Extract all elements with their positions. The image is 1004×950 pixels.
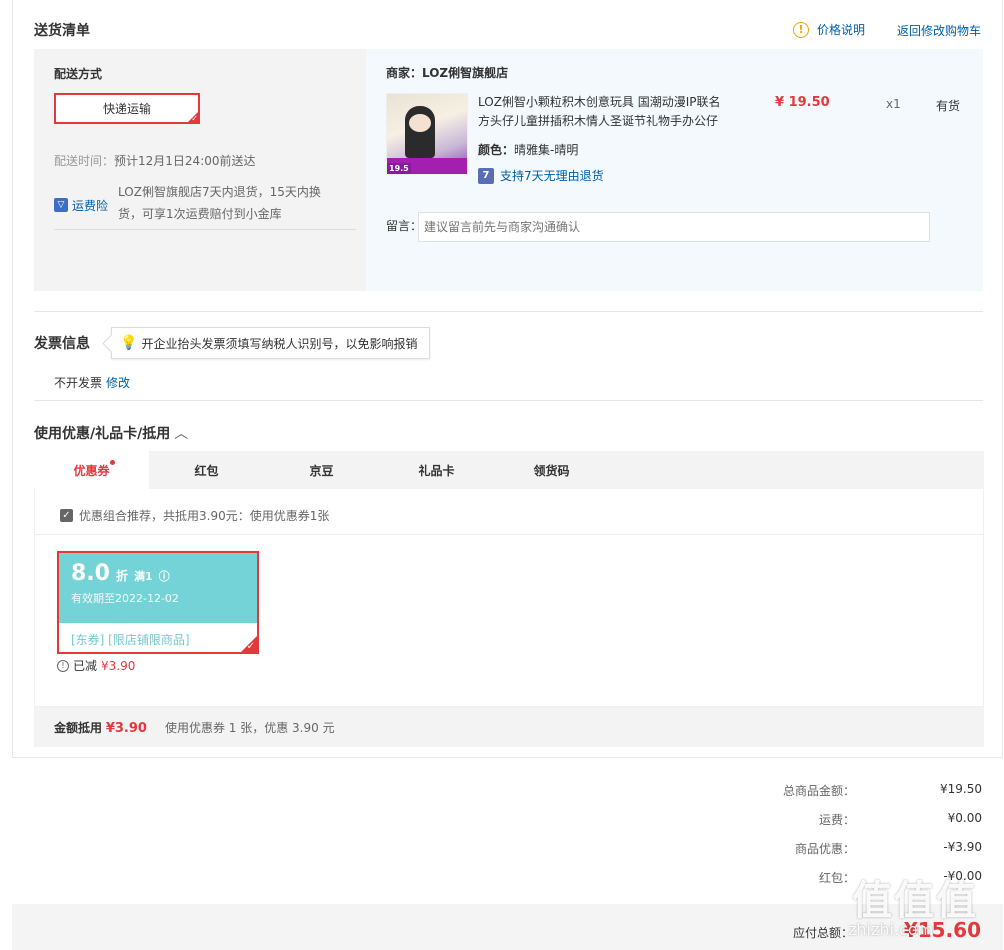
combo-text: 优惠组合推荐，共抵用3.90元：使用优惠券1张 bbox=[79, 509, 330, 523]
price-explain-link[interactable]: ! 价格说明 bbox=[793, 21, 865, 38]
coupon-card-top: 8.0 折 满1 ⓘ 有效期至2022-12-02 bbox=[59, 553, 257, 623]
coupon-tabs: 优惠券 红包 京豆 礼品卡 领货码 bbox=[34, 451, 984, 489]
express-delivery-option[interactable]: 快递运输 ✓ bbox=[54, 93, 200, 124]
total-value: -¥0.00 bbox=[943, 869, 982, 883]
summary-description: 使用优惠券 1 张，优惠 3.90 元 bbox=[164, 720, 335, 735]
tab-label: 领货码 bbox=[533, 463, 570, 478]
tab-jd-beans[interactable]: 京豆 bbox=[264, 451, 379, 489]
check-icon: ✓ bbox=[191, 114, 198, 123]
checkbox-checked-icon[interactable]: ✓ bbox=[60, 509, 73, 522]
coupon-valid-date: 有效期至2022-12-02 bbox=[71, 592, 179, 605]
summary-label: 金额抵用 bbox=[54, 720, 103, 735]
remark-label: 留言： bbox=[386, 219, 423, 233]
delivery-method-label: 配送方式 bbox=[54, 67, 103, 81]
notification-dot bbox=[110, 460, 115, 465]
payment-bar: 应付总额： ¥15.60 bbox=[12, 904, 1003, 950]
tab-label: 红包 bbox=[194, 463, 219, 478]
divider bbox=[34, 311, 983, 312]
divider bbox=[35, 534, 983, 535]
delivery-box: 配送方式 快递运输 ✓ 配送时间：预计12月1日24:00前送达 ▽ 运费险 L… bbox=[34, 49, 366, 291]
invoice-tip-text: 开企业抬头发票须填写纳税人识别号，以免影响报销 bbox=[141, 336, 418, 351]
product-quantity: x1 bbox=[886, 97, 901, 111]
total-label: 商品优惠： bbox=[794, 842, 855, 856]
lightbulb-icon: 💡 bbox=[120, 335, 138, 351]
coupon-rate: 8.0 折 满1 ⓘ bbox=[71, 561, 245, 586]
shield-icon: ▽ bbox=[54, 198, 68, 212]
check-icon: ✓ bbox=[246, 641, 255, 652]
total-value: ¥19.50 bbox=[940, 782, 982, 796]
tab-gift-card[interactable]: 礼品卡 bbox=[379, 451, 494, 489]
pay-total-label: 应付总额： bbox=[792, 926, 853, 940]
reduced-info: ! 已减 ¥3.90 bbox=[57, 657, 135, 674]
coupon-tags: [东券] [限店铺限商品] bbox=[71, 633, 190, 647]
invoice-title: 发票信息 bbox=[34, 336, 90, 352]
coupon-rate-unit: 折 bbox=[115, 569, 128, 583]
price-explain-label: 价格说明 bbox=[817, 23, 866, 37]
return-policy-label: 支持7天无理由退货 bbox=[500, 169, 604, 183]
return-policy-link[interactable]: 7 支持7天无理由退货 bbox=[478, 167, 604, 184]
figure-face bbox=[409, 114, 431, 132]
divider bbox=[54, 229, 356, 230]
reduced-label: 已减 bbox=[73, 659, 98, 673]
coupon-rate-value: 8.0 bbox=[71, 561, 110, 586]
stock-status: 有货 bbox=[936, 99, 961, 113]
product-image[interactable]: 19.5 bbox=[386, 93, 468, 175]
delivery-time-value: 预计12月1日24:00前送达 bbox=[114, 154, 256, 168]
color-label: 颜色： bbox=[478, 143, 515, 157]
delivery-time: 配送时间：预计12月1日24:00前送达 bbox=[54, 152, 256, 169]
invoice-tip: 💡 开企业抬头发票须填写纳税人识别号，以免影响报销 bbox=[111, 327, 431, 359]
coupon-area: ✓ 优惠组合推荐，共抵用3.90元：使用优惠券1张 8.0 折 满1 ⓘ 有效期至… bbox=[34, 489, 984, 707]
reduced-amount: ¥3.90 bbox=[101, 658, 136, 673]
merchant-name: 商家：LOZ俐智旗舰店 bbox=[386, 66, 509, 80]
price-tag: 19.5 bbox=[387, 163, 411, 174]
tab-pickup-code[interactable]: 领货码 bbox=[494, 451, 609, 489]
merchant-box: 商家：LOZ俐智旗舰店 19.5 LOZ俐智小颗粒积木创意玩具 国潮动漫IP联名… bbox=[366, 49, 983, 291]
insurance-description: LOZ俐智旗舰店7天内退货，15天内换货，可享1次运费赔付到小金库 bbox=[118, 185, 321, 221]
invoice-status: 不开发票 修改 bbox=[54, 374, 130, 391]
invoice-edit-link[interactable]: 修改 bbox=[106, 376, 130, 390]
chevron-up-icon: ︿ bbox=[174, 426, 189, 442]
remark-input[interactable] bbox=[418, 212, 930, 242]
total-value: ¥0.00 bbox=[947, 811, 982, 825]
pay-total-amount: ¥15.60 bbox=[903, 918, 981, 942]
alert-icon: ! bbox=[57, 659, 69, 672]
divider bbox=[34, 400, 983, 401]
coupon-section-toggle[interactable]: 使用优惠/礼品卡/抵用 ︿ bbox=[34, 423, 188, 443]
total-label: 红包： bbox=[818, 871, 855, 885]
total-value: -¥3.90 bbox=[943, 840, 982, 854]
shipping-list-title: 送货清单 bbox=[34, 23, 90, 39]
invoice-status-text: 不开发票 bbox=[54, 376, 103, 390]
back-to-cart-link[interactable]: 返回修改购物车 bbox=[897, 22, 981, 39]
tab-label: 礼品卡 bbox=[418, 463, 455, 478]
coupon-condition: 满1 bbox=[134, 570, 153, 583]
order-panel: 送货清单 ! 价格说明 返回修改购物车 配送方式 快递运输 ✓ 配送时间：预计1… bbox=[12, 0, 1003, 758]
total-label: 运费： bbox=[818, 813, 855, 827]
color-value: 晴雅集-晴明 bbox=[514, 143, 579, 157]
tab-label: 京豆 bbox=[309, 463, 334, 478]
express-option-label: 快递运输 bbox=[102, 102, 151, 116]
freight-insurance: ▽ 运费险 LOZ俐智旗舰店7天内退货，15天内换货，可享1次运费赔付到小金库 bbox=[54, 185, 340, 225]
insurance-label: 运费险 bbox=[72, 198, 109, 213]
warning-icon: ! bbox=[793, 21, 809, 38]
info-icon[interactable]: ⓘ bbox=[159, 568, 170, 584]
product-price: ¥ 19.50 bbox=[775, 95, 830, 110]
tab-coupons[interactable]: 优惠券 bbox=[34, 451, 149, 489]
coupon-section-title: 使用优惠/礼品卡/抵用 bbox=[34, 426, 171, 442]
coupon-summary-bar: 金额抵用 ¥3.90 使用优惠券 1 张，优惠 3.90 元 bbox=[34, 707, 984, 747]
tab-label: 优惠券 bbox=[73, 463, 110, 478]
delivery-time-label: 配送时间： bbox=[54, 154, 115, 168]
summary-amount: ¥3.90 bbox=[105, 720, 147, 736]
combo-recommend[interactable]: ✓ 优惠组合推荐，共抵用3.90元：使用优惠券1张 bbox=[60, 507, 329, 524]
product-color: 颜色：晴雅集-晴明 bbox=[478, 141, 578, 158]
coupon-card[interactable]: 8.0 折 满1 ⓘ 有效期至2022-12-02 [东券] [限店铺限商品] ✓ bbox=[57, 551, 259, 654]
seven-day-return-icon: 7 bbox=[478, 167, 494, 184]
insurance-link[interactable]: ▽ 运费险 bbox=[54, 185, 108, 225]
product-title-link[interactable]: LOZ俐智小颗粒积木创意玩具 国潮动漫IP联名方头仔儿童拼插积木情人圣诞节礼物手… bbox=[478, 93, 728, 131]
tab-red-packet[interactable]: 红包 bbox=[149, 451, 264, 489]
total-label: 总商品金额： bbox=[782, 784, 855, 798]
